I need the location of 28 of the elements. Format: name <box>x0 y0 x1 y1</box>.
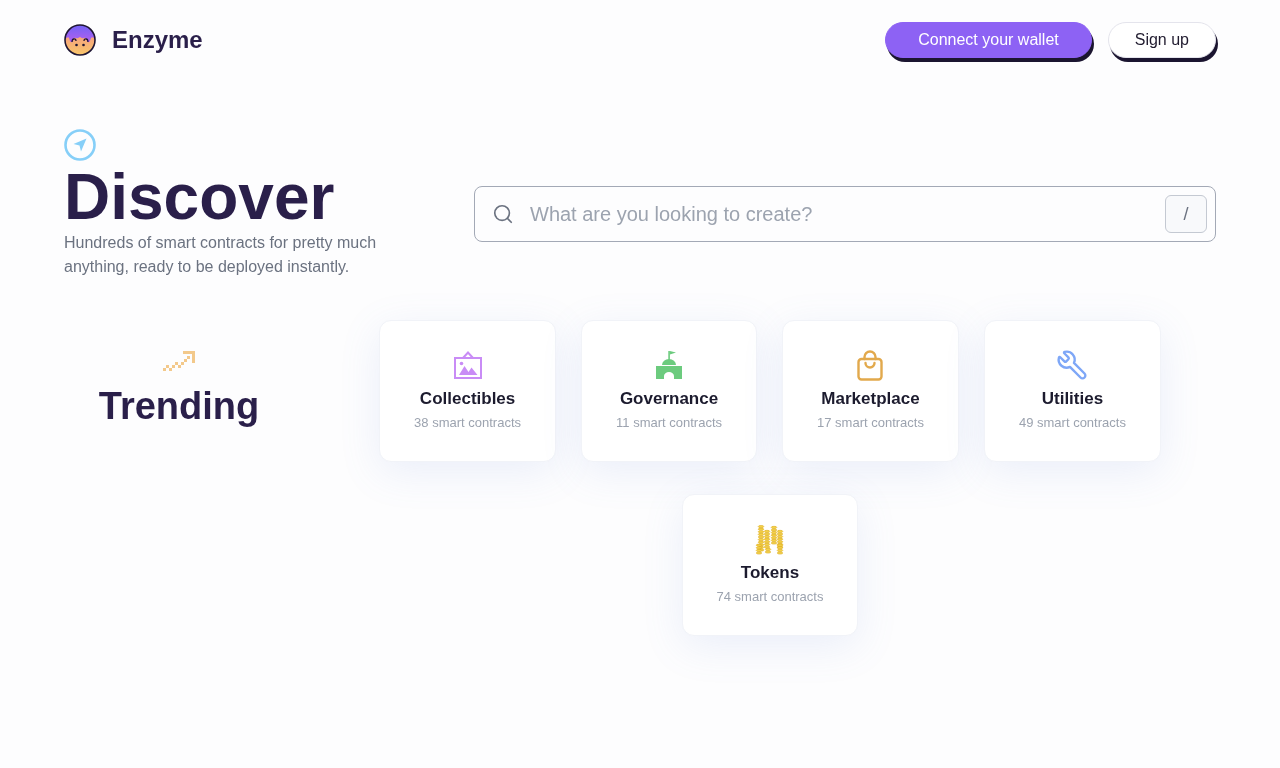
search-icon <box>492 203 514 225</box>
category-name: Tokens <box>740 563 800 583</box>
contract-count: 74 smart contracts <box>716 589 824 605</box>
category-card[interactable]: Governance 11 smart contracts <box>581 320 757 462</box>
coin-stacks-icon <box>754 523 786 555</box>
category-name: Collectibles <box>419 389 516 409</box>
picture-frame-icon <box>451 349 484 381</box>
contract-count: 17 smart contracts <box>817 415 924 431</box>
category-name: Marketplace <box>821 389 920 409</box>
section-title: Trending <box>98 384 260 429</box>
search-field[interactable]: What are you looking to create? / <box>474 186 1216 242</box>
page-title: Discover <box>64 165 335 229</box>
shortcut-key: / <box>1165 195 1207 233</box>
logo-icon <box>64 24 96 56</box>
category-name: Utilities <box>1041 389 1104 409</box>
category-card[interactable]: Tokens 74 smart contracts <box>681 494 859 636</box>
trending-arrow-icon <box>163 351 195 371</box>
wrench-icon <box>1056 349 1089 381</box>
category-card[interactable]: Utilities 49 smart contracts <box>983 320 1161 462</box>
category-card[interactable]: Collectibles 38 smart contracts <box>379 320 557 462</box>
brand-name: Enzyme <box>112 26 203 54</box>
page-subtitle: Hundreds of smart contracts for pretty much anything, ready to be deployed instantly. <box>64 233 378 277</box>
category-card[interactable]: Marketplace 17 smart contracts <box>782 320 959 462</box>
category-name: Governance <box>619 389 719 409</box>
contract-count: 11 smart contracts <box>616 415 722 431</box>
contract-count: 49 smart contracts <box>1018 415 1126 431</box>
search-input[interactable]: What are you looking to create? <box>528 194 1151 234</box>
contract-count: 38 smart contracts <box>414 415 522 431</box>
